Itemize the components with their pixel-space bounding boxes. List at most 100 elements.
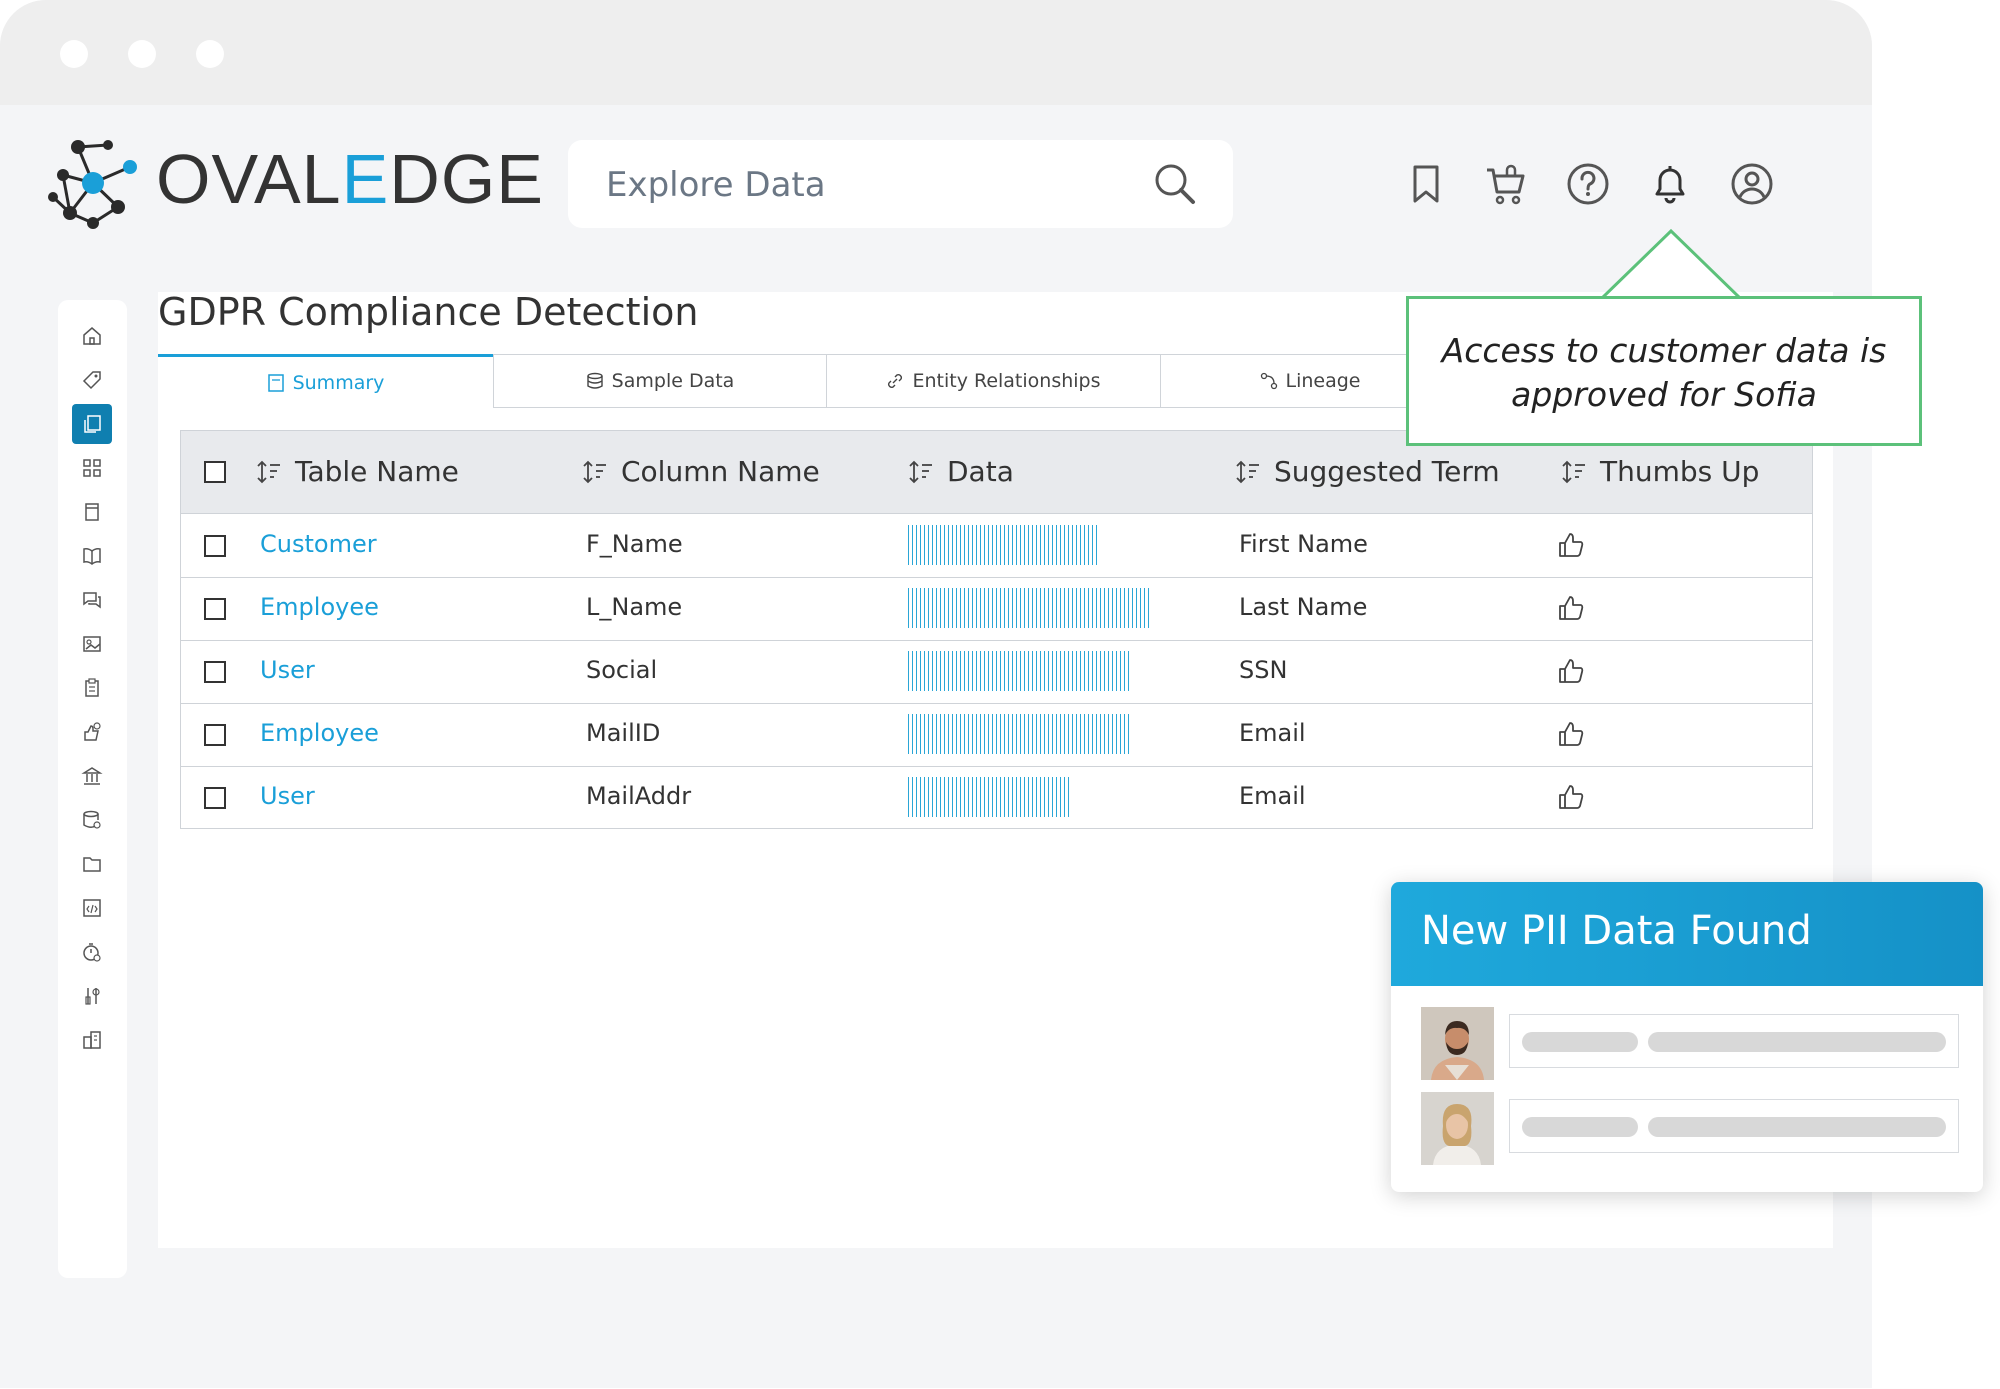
ovaledge-logo[interactable]: OVALEDGE xyxy=(48,135,543,235)
sidebar-item-compliance[interactable] xyxy=(72,404,112,444)
window-dot-1[interactable] xyxy=(60,40,88,68)
data-sample-bars xyxy=(908,777,1071,817)
table-name-link[interactable]: User xyxy=(260,782,315,810)
table-row[interactable]: Employee L_Name Last Name xyxy=(181,577,1812,641)
sidebar-item-approvals[interactable] xyxy=(72,712,112,752)
code-icon xyxy=(83,899,101,917)
suggested-term: Email xyxy=(1239,782,1306,810)
bookmark-icon[interactable] xyxy=(1404,162,1448,206)
column-name: Social xyxy=(586,656,658,684)
select-all-checkbox[interactable] xyxy=(204,461,226,483)
column-header-data[interactable]: Data xyxy=(907,455,1014,488)
sidebar-item-tools[interactable] xyxy=(72,976,112,1016)
search-icon[interactable] xyxy=(1153,162,1197,206)
database-icon xyxy=(586,372,603,389)
column-name: F_Name xyxy=(586,530,683,558)
column-name: MailAddr xyxy=(586,782,692,810)
column-header-column-name[interactable]: Column Name xyxy=(581,455,820,488)
column-header-table-name[interactable]: Table Name xyxy=(255,455,459,488)
sidebar-item-administration[interactable] xyxy=(72,1020,112,1060)
help-icon[interactable] xyxy=(1566,162,1610,206)
window-dot-3[interactable] xyxy=(196,40,224,68)
logo-network-icon xyxy=(48,140,137,229)
thumbs-up-icon[interactable] xyxy=(1557,594,1585,622)
column-header-thumbs-up[interactable]: Thumbs Up xyxy=(1560,455,1759,488)
sort-icon xyxy=(257,460,280,483)
tab-sample-data[interactable]: Sample Data xyxy=(493,354,827,408)
sort-icon xyxy=(1562,460,1585,483)
sidebar-item-dashboard[interactable] xyxy=(72,448,112,488)
tab-label: Entity Relationships xyxy=(912,370,1101,392)
sidebar-item-tasks[interactable] xyxy=(72,668,112,708)
table-row[interactable]: User Social SSN xyxy=(181,640,1812,704)
placeholder-bar xyxy=(1522,1117,1638,1137)
thumbs-up-icon[interactable] xyxy=(1557,720,1585,748)
new-pii-notification-card[interactable]: New PII Data Found xyxy=(1391,882,1983,1192)
timer-icon xyxy=(83,943,101,962)
tab-label: Lineage xyxy=(1285,370,1361,392)
sort-icon xyxy=(1236,460,1259,483)
sidebar-item-reports[interactable] xyxy=(72,624,112,664)
column-name: MailID xyxy=(586,719,661,747)
link-icon xyxy=(888,374,903,388)
table-name-link[interactable]: Employee xyxy=(260,719,379,747)
thumbs-up-icon[interactable] xyxy=(1557,657,1585,685)
lineage-icon xyxy=(1260,372,1277,390)
table-row[interactable]: Employee MailID Email xyxy=(181,703,1812,767)
tools-icon xyxy=(85,988,100,1005)
sidebar-item-glossary[interactable] xyxy=(72,536,112,576)
row-checkbox[interactable] xyxy=(204,535,226,557)
sidebar-item-jobs[interactable] xyxy=(72,932,112,972)
sidebar-item-tags[interactable] xyxy=(72,360,112,400)
table-row[interactable]: Customer F_Name First Name xyxy=(181,514,1812,578)
placeholder-bar xyxy=(1648,1032,1946,1052)
window-dot-2[interactable] xyxy=(128,40,156,68)
thumbs-up-icon[interactable] xyxy=(1557,783,1585,811)
table-row[interactable]: User MailAddr Email xyxy=(181,766,1812,829)
tab-label: Summary xyxy=(292,371,385,394)
sidebar-item-documents[interactable] xyxy=(72,492,112,532)
data-sample-bars xyxy=(908,525,1100,565)
tab-entity-relationships[interactable]: Entity Relationships xyxy=(826,354,1161,408)
copy-icon xyxy=(84,415,101,433)
table-name-link[interactable]: Customer xyxy=(260,530,377,558)
column-header-suggested-term[interactable]: Suggested Term xyxy=(1234,455,1500,488)
sidebar-item-projects[interactable] xyxy=(72,844,112,884)
row-checkbox[interactable] xyxy=(204,724,226,746)
row-checkbox[interactable] xyxy=(204,661,226,683)
pii-entry-row[interactable] xyxy=(1509,1099,1959,1153)
user-icon[interactable] xyxy=(1730,162,1774,206)
suggested-term: SSN xyxy=(1239,656,1288,684)
row-checkbox[interactable] xyxy=(204,598,226,620)
column-name: L_Name xyxy=(586,593,683,621)
grid-icon xyxy=(83,459,101,477)
data-sample-bars xyxy=(908,714,1129,754)
sort-icon xyxy=(909,460,932,483)
suggested-term: Last Name xyxy=(1239,593,1368,621)
bank-icon xyxy=(81,767,103,785)
callout-pointer xyxy=(1600,228,1742,300)
sidebar-item-query-sheet[interactable] xyxy=(72,888,112,928)
sidebar-item-governance[interactable] xyxy=(72,756,112,796)
bell-icon[interactable] xyxy=(1648,162,1692,206)
database-icon xyxy=(83,810,101,829)
data-sample-bars xyxy=(908,588,1151,628)
sidebar-item-data-quality[interactable] xyxy=(72,800,112,840)
explore-search-box[interactable] xyxy=(568,140,1233,228)
table-name-link[interactable]: User xyxy=(260,656,315,684)
callout-message: Access to customer data is approved for … xyxy=(1441,331,1887,414)
window-titlebar xyxy=(0,0,1872,105)
cart-icon[interactable] xyxy=(1484,162,1528,206)
sidebar-item-home[interactable] xyxy=(72,316,112,356)
document-icon xyxy=(85,503,99,521)
row-checkbox[interactable] xyxy=(204,787,226,809)
table-name-link[interactable]: Employee xyxy=(260,593,379,621)
tab-summary[interactable]: Summary xyxy=(158,354,493,408)
sidebar-item-collaboration[interactable] xyxy=(72,580,112,620)
suggested-term: Email xyxy=(1239,719,1306,747)
pii-entry-row[interactable] xyxy=(1509,1014,1959,1068)
tag-icon xyxy=(82,371,101,390)
left-sidebar xyxy=(58,300,127,1278)
thumbs-up-icon[interactable] xyxy=(1557,531,1585,559)
search-input[interactable] xyxy=(604,158,1128,212)
